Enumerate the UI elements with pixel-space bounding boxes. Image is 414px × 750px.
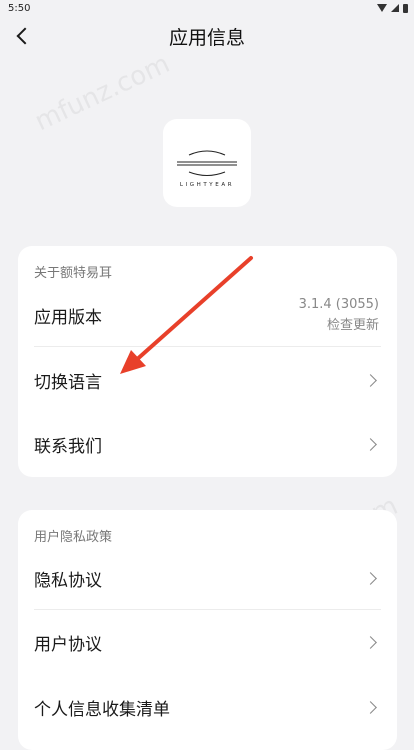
app-version-label: 应用版本 [34, 307, 102, 328]
app-header: 应用信息 [0, 16, 414, 56]
chevron-right-icon [364, 437, 377, 451]
contact-us-row[interactable]: 联系我们 [18, 412, 397, 476]
chevron-right-icon [364, 700, 377, 714]
logo-wordmark: LIGHTYEAR [180, 182, 234, 188]
lightyear-logo-icon: LIGHTYEAR [177, 150, 237, 188]
switch-language-row[interactable]: 切换语言 [18, 348, 397, 412]
app-version-row[interactable]: 应用版本 3.1.4 (3055) 检查更新 [18, 283, 397, 347]
contact-us-label: 联系我们 [34, 436, 102, 457]
about-card: 关于额特易耳 应用版本 3.1.4 (3055) 检查更新 切换语言 联系我们 [18, 246, 397, 477]
back-button[interactable] [8, 22, 36, 50]
chevron-right-icon [364, 373, 377, 387]
page-title: 应用信息 [168, 26, 245, 49]
privacy-card: 用户隐私政策 隐私协议 用户协议 个人信息收集清单 [18, 510, 397, 750]
switch-language-label: 切换语言 [34, 372, 102, 393]
status-time: 5:50 [8, 2, 31, 14]
privacy-policy-label: 隐私协议 [34, 570, 102, 591]
wifi-icon [377, 4, 387, 12]
status-bar: 5:50 [0, 0, 414, 16]
personal-info-list-label: 个人信息收集清单 [34, 699, 170, 720]
signal-icon [391, 4, 399, 12]
watermark-text: mfunz.com [30, 48, 175, 138]
section-title-privacy: 用户隐私政策 [34, 530, 113, 545]
battery-icon [403, 3, 408, 13]
personal-info-list-row[interactable]: 个人信息收集清单 [18, 675, 397, 739]
privacy-policy-row[interactable]: 隐私协议 [18, 546, 397, 610]
user-agreement-row[interactable]: 用户协议 [18, 610, 397, 674]
chevron-left-icon [16, 27, 34, 45]
user-agreement-label: 用户协议 [34, 634, 102, 655]
divider [34, 346, 381, 347]
app-logo: LIGHTYEAR [163, 119, 251, 207]
section-title-about: 关于额特易耳 [34, 266, 113, 281]
check-update-link[interactable]: 检查更新 [327, 314, 379, 333]
status-icons [377, 3, 408, 13]
version-number: 3.1.4 (3055) [298, 297, 379, 312]
chevron-right-icon [364, 635, 377, 649]
version-info: 3.1.4 (3055) 检查更新 [299, 297, 379, 333]
chevron-right-icon [364, 571, 377, 585]
